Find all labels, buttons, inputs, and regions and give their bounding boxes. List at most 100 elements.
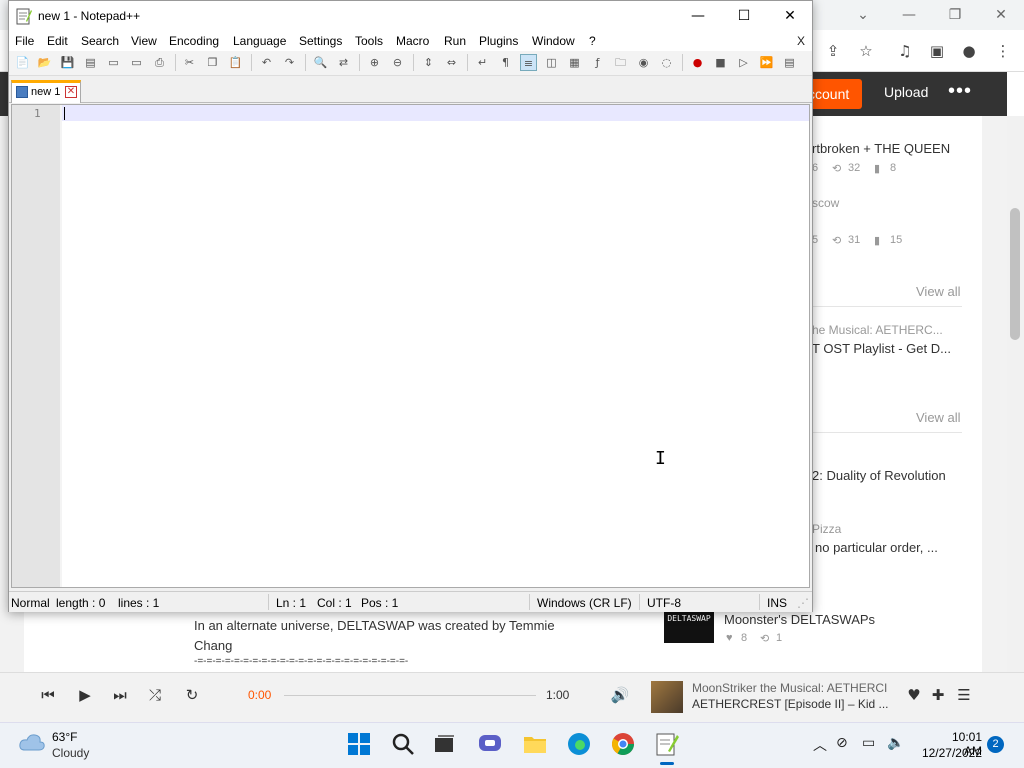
- browser-menu-icon[interactable]: ⋮: [992, 40, 1014, 62]
- menu-settings[interactable]: Settings: [299, 34, 342, 48]
- clock-date[interactable]: 12/27/2022: [918, 746, 982, 760]
- page-scrollbar[interactable]: [1007, 116, 1024, 672]
- menu-window[interactable]: Window: [532, 34, 575, 48]
- search-icon[interactable]: [390, 731, 416, 757]
- start-icon[interactable]: [346, 731, 372, 757]
- play-icon[interactable]: ▶: [74, 684, 96, 706]
- zoom-out-icon[interactable]: ⊖: [389, 54, 406, 71]
- document-list-icon[interactable]: ◌: [658, 54, 675, 71]
- notification-badge[interactable]: 2: [987, 736, 1004, 753]
- folder-as-workspace-icon[interactable]: 🗀: [612, 54, 629, 71]
- replace-icon[interactable]: ⇄: [335, 54, 352, 71]
- maximize-button[interactable]: ☐: [721, 1, 767, 31]
- queue-icon[interactable]: ☰: [953, 684, 975, 706]
- close-file-icon[interactable]: ▭: [105, 54, 122, 71]
- playback-macro-icon[interactable]: ▷: [735, 54, 752, 71]
- close-all-icon[interactable]: ▭: [128, 54, 145, 71]
- next-track-icon[interactable]: ⏭: [109, 684, 131, 706]
- record-macro-icon[interactable]: ●: [689, 54, 706, 71]
- sidebar-item-title[interactable]: 2: Duality of Revolution: [812, 468, 946, 483]
- monitoring-icon[interactable]: ◉: [635, 54, 652, 71]
- save-icon[interactable]: 💾: [59, 54, 76, 71]
- window-titlebar[interactable]: new 1 - Notepad++ — ☐ ✕: [9, 1, 812, 31]
- view-all-link[interactable]: View all: [916, 284, 961, 299]
- upload-link[interactable]: Upload: [884, 84, 928, 100]
- volume-icon[interactable]: 🔈: [887, 735, 904, 751]
- sync-horizontal-icon[interactable]: ⇔: [443, 54, 460, 71]
- media-control-icon[interactable]: ♫: [894, 40, 916, 62]
- browser-restore-button[interactable]: ❐: [943, 4, 967, 26]
- sidebar-track-title[interactable]: scow: [812, 196, 839, 210]
- editor-area[interactable]: 1: [11, 104, 810, 588]
- like-icon[interactable]: ♥: [903, 684, 925, 706]
- close-button[interactable]: ✕: [767, 1, 813, 31]
- chrome-browser-icon[interactable]: [610, 731, 636, 757]
- edge-browser-icon[interactable]: [566, 731, 592, 757]
- tab-new-1[interactable]: new 1 ✕: [11, 80, 81, 103]
- stop-recording-icon[interactable]: ■: [712, 54, 729, 71]
- now-playing-artist[interactable]: MoonStriker the Musical: AETHERCI: [692, 681, 896, 695]
- browser-close-button[interactable]: ✕: [989, 4, 1013, 26]
- sidebar-playlist-title[interactable]: he Musical: AETHERC...: [812, 323, 943, 337]
- playlist-title[interactable]: Moonster's DELTASWAPs: [724, 612, 875, 627]
- sidebar-track-title[interactable]: rtbroken + THE QUEEN: [812, 141, 950, 156]
- menu-help[interactable]: ?: [589, 34, 596, 48]
- show-all-characters-icon[interactable]: ¶: [497, 54, 514, 71]
- save-macro-icon[interactable]: ▤: [781, 54, 798, 71]
- tab-close-icon[interactable]: ✕: [65, 86, 77, 98]
- undo-icon[interactable]: ↶: [258, 54, 275, 71]
- zoom-in-icon[interactable]: ⊕: [366, 54, 383, 71]
- sidebar-item-title[interactable]: Pizza: [812, 522, 841, 536]
- menu-search[interactable]: Search: [81, 34, 119, 48]
- copy-icon[interactable]: ❐: [204, 54, 221, 71]
- close-document-button[interactable]: X: [797, 34, 805, 48]
- previous-track-icon[interactable]: ⏮: [37, 684, 59, 706]
- menu-encoding[interactable]: Encoding: [169, 34, 219, 48]
- redo-icon[interactable]: ↷: [281, 54, 298, 71]
- volume-icon[interactable]: 🔊: [609, 684, 631, 706]
- weather-description[interactable]: Cloudy: [52, 746, 89, 760]
- scrollbar-thumb[interactable]: [1010, 208, 1020, 340]
- menu-file[interactable]: File: [15, 34, 34, 48]
- open-file-icon[interactable]: 📂: [36, 54, 53, 71]
- user-defined-language-icon[interactable]: ◫: [543, 54, 560, 71]
- resize-grip-icon[interactable]: ⋰: [797, 596, 809, 610]
- show-hidden-icons-icon[interactable]: ︿: [813, 735, 827, 755]
- follow-icon[interactable]: ✚: [927, 684, 949, 706]
- repeat-icon[interactable]: ↻: [181, 684, 203, 706]
- menu-edit[interactable]: Edit: [47, 34, 68, 48]
- weather-temperature[interactable]: 63°F: [52, 730, 77, 744]
- bookmark-star-icon[interactable]: ☆: [855, 40, 877, 62]
- side-panel-icon[interactable]: ▣: [926, 40, 948, 62]
- browser-minimize-button[interactable]: —: [897, 4, 921, 26]
- network-offline-icon[interactable]: ⊘: [836, 735, 848, 751]
- run-macro-multiple-icon[interactable]: ⏩: [758, 54, 775, 71]
- menu-macro[interactable]: Macro: [396, 34, 429, 48]
- more-menu-icon[interactable]: •••: [948, 80, 972, 103]
- cloudy-weather-icon[interactable]: [18, 732, 46, 752]
- display-icon[interactable]: ▭: [862, 735, 875, 751]
- new-file-icon[interactable]: 📄: [14, 54, 31, 71]
- file-explorer-icon[interactable]: [522, 731, 548, 757]
- sync-vertical-icon[interactable]: ⇕: [420, 54, 437, 71]
- minimize-button[interactable]: —: [675, 1, 721, 31]
- browser-tab-search-icon[interactable]: ⌄: [851, 4, 875, 26]
- share-icon[interactable]: ⇪: [822, 40, 844, 62]
- view-all-link[interactable]: View all: [916, 410, 961, 425]
- playlist-artwork[interactable]: DELTASWAP: [664, 611, 714, 643]
- progress-bar[interactable]: [284, 695, 536, 696]
- word-wrap-icon[interactable]: ↵: [474, 54, 491, 71]
- menu-plugins[interactable]: Plugins: [479, 34, 518, 48]
- chat-icon[interactable]: [477, 731, 503, 757]
- menu-run[interactable]: Run: [444, 34, 466, 48]
- find-icon[interactable]: 🔍: [312, 54, 329, 71]
- now-playing-title[interactable]: AETHERCREST [Episode II] – Kid ...: [692, 697, 896, 711]
- menu-view[interactable]: View: [131, 34, 157, 48]
- function-list-icon[interactable]: ƒ: [589, 54, 606, 71]
- menu-language[interactable]: Language: [233, 34, 286, 48]
- task-view-icon[interactable]: [432, 731, 458, 757]
- profile-icon[interactable]: ●: [958, 40, 980, 62]
- sidebar-playlist-subtitle[interactable]: T OST Playlist - Get D...: [812, 341, 951, 356]
- save-all-icon[interactable]: ▤: [82, 54, 99, 71]
- print-icon[interactable]: ⎙: [151, 54, 168, 71]
